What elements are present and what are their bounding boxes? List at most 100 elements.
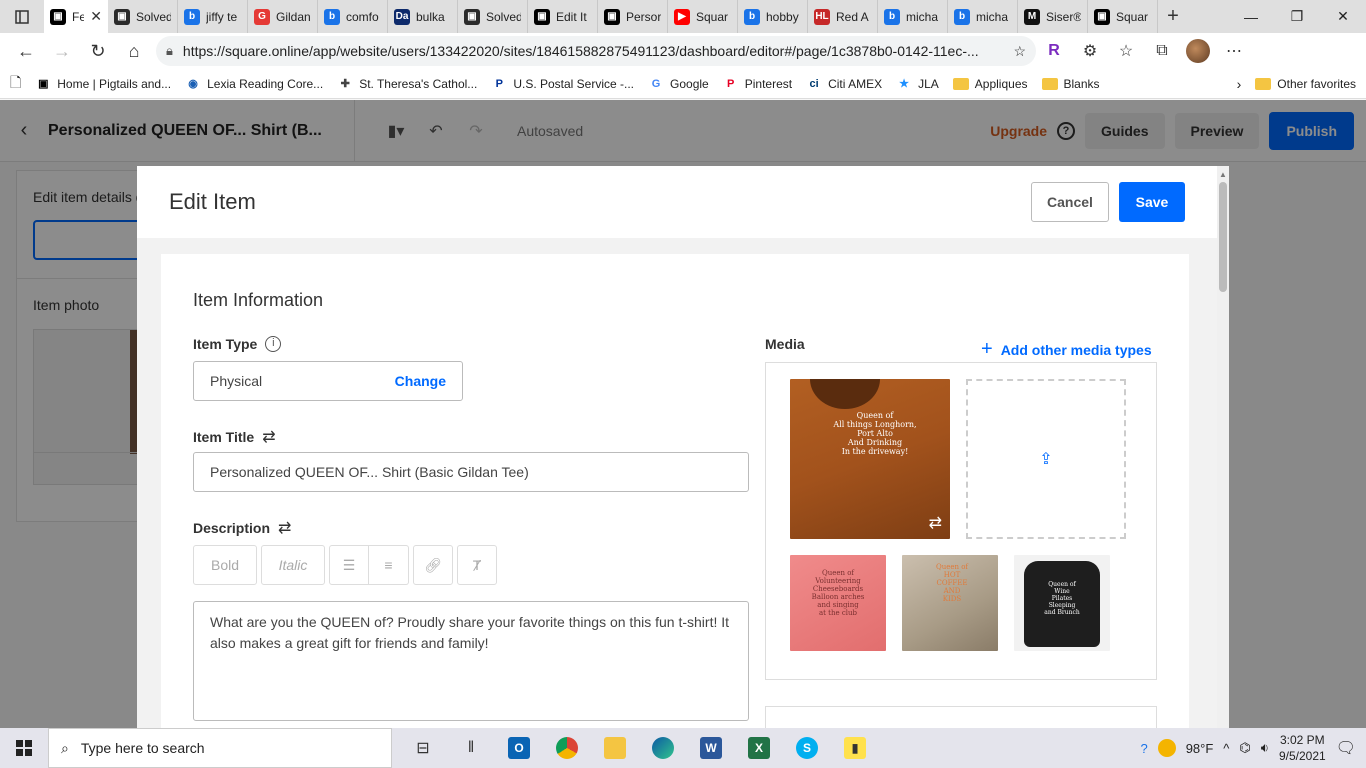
taskbar-clock[interactable]: 3:02 PM 9/5/2021 (1279, 732, 1326, 764)
network-icon[interactable]: ⌬ (1239, 740, 1250, 756)
media-thumbnail[interactable]: Queen of Wine Pilates Sleeping and Brunch (1014, 555, 1110, 651)
settings-more-icon[interactable]: ⋯ (1216, 36, 1252, 66)
browser-tab[interactable]: ▣ Squar (1088, 0, 1158, 33)
numbered-list-icon[interactable]: ≡ (369, 545, 409, 585)
bulleted-list-icon[interactable]: ☰ (329, 545, 369, 585)
scroll-up-icon[interactable]: ▲ (1219, 170, 1227, 179)
browser-tab[interactable]: ▣ Solved (458, 0, 528, 33)
word-icon[interactable]: W (690, 728, 732, 768)
profile-avatar[interactable] (1180, 36, 1216, 66)
add-favorite-icon[interactable]: ☆ (1013, 43, 1026, 60)
sync-swap-icon[interactable]: ⇄ (262, 427, 275, 447)
browser-tab[interactable]: ▣ Fe ✕ (44, 0, 108, 33)
chevron-right-icon[interactable]: › (1237, 76, 1242, 92)
browser-tab[interactable]: b micha (948, 0, 1018, 33)
new-tab-button[interactable]: + (1158, 0, 1188, 33)
clear-format-icon[interactable]: Ⱦ (457, 545, 497, 585)
collections-icon[interactable]: ⧉ (1144, 36, 1180, 66)
tab-actions-button[interactable] (0, 0, 44, 33)
close-tab-icon[interactable]: ✕ (90, 8, 102, 25)
sync-swap-icon[interactable]: ⇄ (278, 518, 291, 538)
task-view-icon[interactable]: ⊟ (402, 728, 444, 768)
back-button[interactable]: ← (8, 36, 44, 66)
url-field[interactable]: 🔒︎ https://square.online/app/website/use… (156, 36, 1036, 66)
browser-tab[interactable]: b jiffy te (178, 0, 248, 33)
media-thumbnail[interactable]: Queen of Volunteering Cheeseboards Balloon … (790, 555, 886, 651)
bookmark-item[interactable]: P U.S. Postal Service -... (491, 76, 634, 92)
bookmark-item[interactable]: ◉ Lexia Reading Core... (185, 76, 323, 92)
upload-media-slot[interactable]: ⇪ (966, 379, 1126, 539)
pinterest-icon: P (727, 77, 735, 90)
minimize-button[interactable]: — (1228, 9, 1274, 25)
maximize-button[interactable]: ❐ (1274, 8, 1320, 25)
home-button[interactable]: ⌂ (116, 36, 152, 66)
lexia-icon: ◉ (188, 78, 198, 90)
bookmark-item[interactable]: Blanks (1041, 76, 1100, 92)
info-icon[interactable]: i (265, 336, 282, 352)
bookmark-item[interactable]: P Pinterest (723, 76, 792, 92)
bookmark-item[interactable]: ci Citi AMEX (806, 76, 882, 92)
favorites-icon[interactable]: ☆ (1108, 36, 1144, 66)
chevron-up-icon[interactable]: ^ (1223, 741, 1229, 756)
extension-r-icon[interactable]: R (1036, 36, 1072, 66)
clock-time: 3:02 PM (1279, 733, 1325, 747)
bookmark-item[interactable]: Appliques (952, 76, 1028, 92)
item-title-input[interactable]: Personalized QUEEN OF... Shirt (Basic Gi… (193, 452, 749, 492)
bookmark-item[interactable]: G Google (648, 76, 709, 92)
weather-temp[interactable]: 98°F (1186, 741, 1214, 756)
plus-icon: + (981, 338, 993, 360)
notes-icon[interactable]: ▮ (834, 728, 876, 768)
item-information-card: Item Information Item Type i Physical Ch… (161, 254, 1189, 728)
help-tray-icon[interactable]: ? (1140, 741, 1147, 756)
bookmark-item[interactable]: ✚ St. Theresa's Cathol... (337, 76, 478, 92)
browser-tab[interactable]: HL Red A (808, 0, 878, 33)
extensions-icon[interactable]: ⚙ (1072, 36, 1108, 66)
refresh-button[interactable]: ↻ (80, 36, 116, 66)
tab-favicon-icon: b (744, 8, 760, 25)
browser-tab[interactable]: ▣ Persor (598, 0, 668, 33)
browser-tab[interactable]: ▣ Edit It (528, 0, 598, 33)
bookmark-label: Citi AMEX (828, 76, 883, 91)
tab-label: Fe (72, 9, 85, 24)
forward-button[interactable]: → (44, 36, 80, 66)
bookmark-item[interactable]: ★ JLA (896, 76, 939, 92)
excel-icon[interactable]: X (738, 728, 780, 768)
close-window-button[interactable]: ✕ (1320, 8, 1366, 25)
outlook-icon[interactable]: O (498, 728, 540, 768)
edge-icon[interactable] (642, 728, 684, 768)
shirt-print-text: Queen of All things Longhorn, Port Alto And… (833, 411, 917, 456)
bold-button[interactable]: Bold (193, 545, 257, 585)
browser-tab[interactable]: G Gildan (248, 0, 318, 33)
media-thumbnail-primary[interactable]: Queen of All things Longhorn, Port Alto And… (790, 379, 950, 539)
notifications-icon[interactable]: 🗨︎ (1336, 738, 1356, 758)
italic-button[interactable]: Italic (261, 545, 325, 585)
section-title: Item Information (193, 290, 324, 310)
scroll-thumb[interactable] (1219, 182, 1227, 292)
link-icon[interactable]: 🔗︎ (413, 545, 453, 585)
browser-tab[interactable]: b hobby (738, 0, 808, 33)
modal-scrollbar[interactable]: ▲ (1217, 166, 1229, 728)
media-thumbnail[interactable]: Queen of HOT COFFEE AND KIDS (902, 555, 998, 651)
file-explorer-icon[interactable] (594, 728, 636, 768)
browser-tab[interactable]: b micha (878, 0, 948, 33)
chrome-icon[interactable] (546, 728, 588, 768)
volume-icon[interactable]: 🔉︎ (1261, 740, 1269, 756)
browser-tab[interactable]: b comfo (318, 0, 388, 33)
tab-favicon-icon: b (884, 8, 900, 25)
add-media-types-button[interactable]: + Add other media types (981, 338, 1152, 361)
reorder-swap-icon[interactable]: ⇄ (929, 513, 942, 533)
skype-icon[interactable]: S (786, 728, 828, 768)
start-button[interactable] (0, 728, 48, 768)
save-button[interactable]: Save (1119, 182, 1185, 222)
browser-tab[interactable]: M Siser® (1018, 0, 1088, 33)
other-favorites-folder[interactable]: Other favorites (1255, 77, 1356, 91)
description-textarea[interactable]: What are you the QUEEN of? Proudly share… (193, 601, 749, 721)
bookmark-item[interactable]: ▣ Home | Pigtails and... (35, 76, 171, 92)
change-type-button[interactable]: Change (395, 373, 446, 389)
system-tray: ? 98°F ^ ⌬ 🔉︎ 3:02 PM 9/5/2021 🗨︎ (1140, 732, 1366, 764)
browser-tab[interactable]: Da bulka (388, 0, 458, 33)
taskbar-search[interactable]: ⌕ Type here to search (48, 728, 392, 768)
browser-tab[interactable]: ▣ Solved (108, 0, 178, 33)
browser-tab[interactable]: ▶ Squar (668, 0, 738, 33)
cancel-button[interactable]: Cancel (1031, 182, 1109, 222)
